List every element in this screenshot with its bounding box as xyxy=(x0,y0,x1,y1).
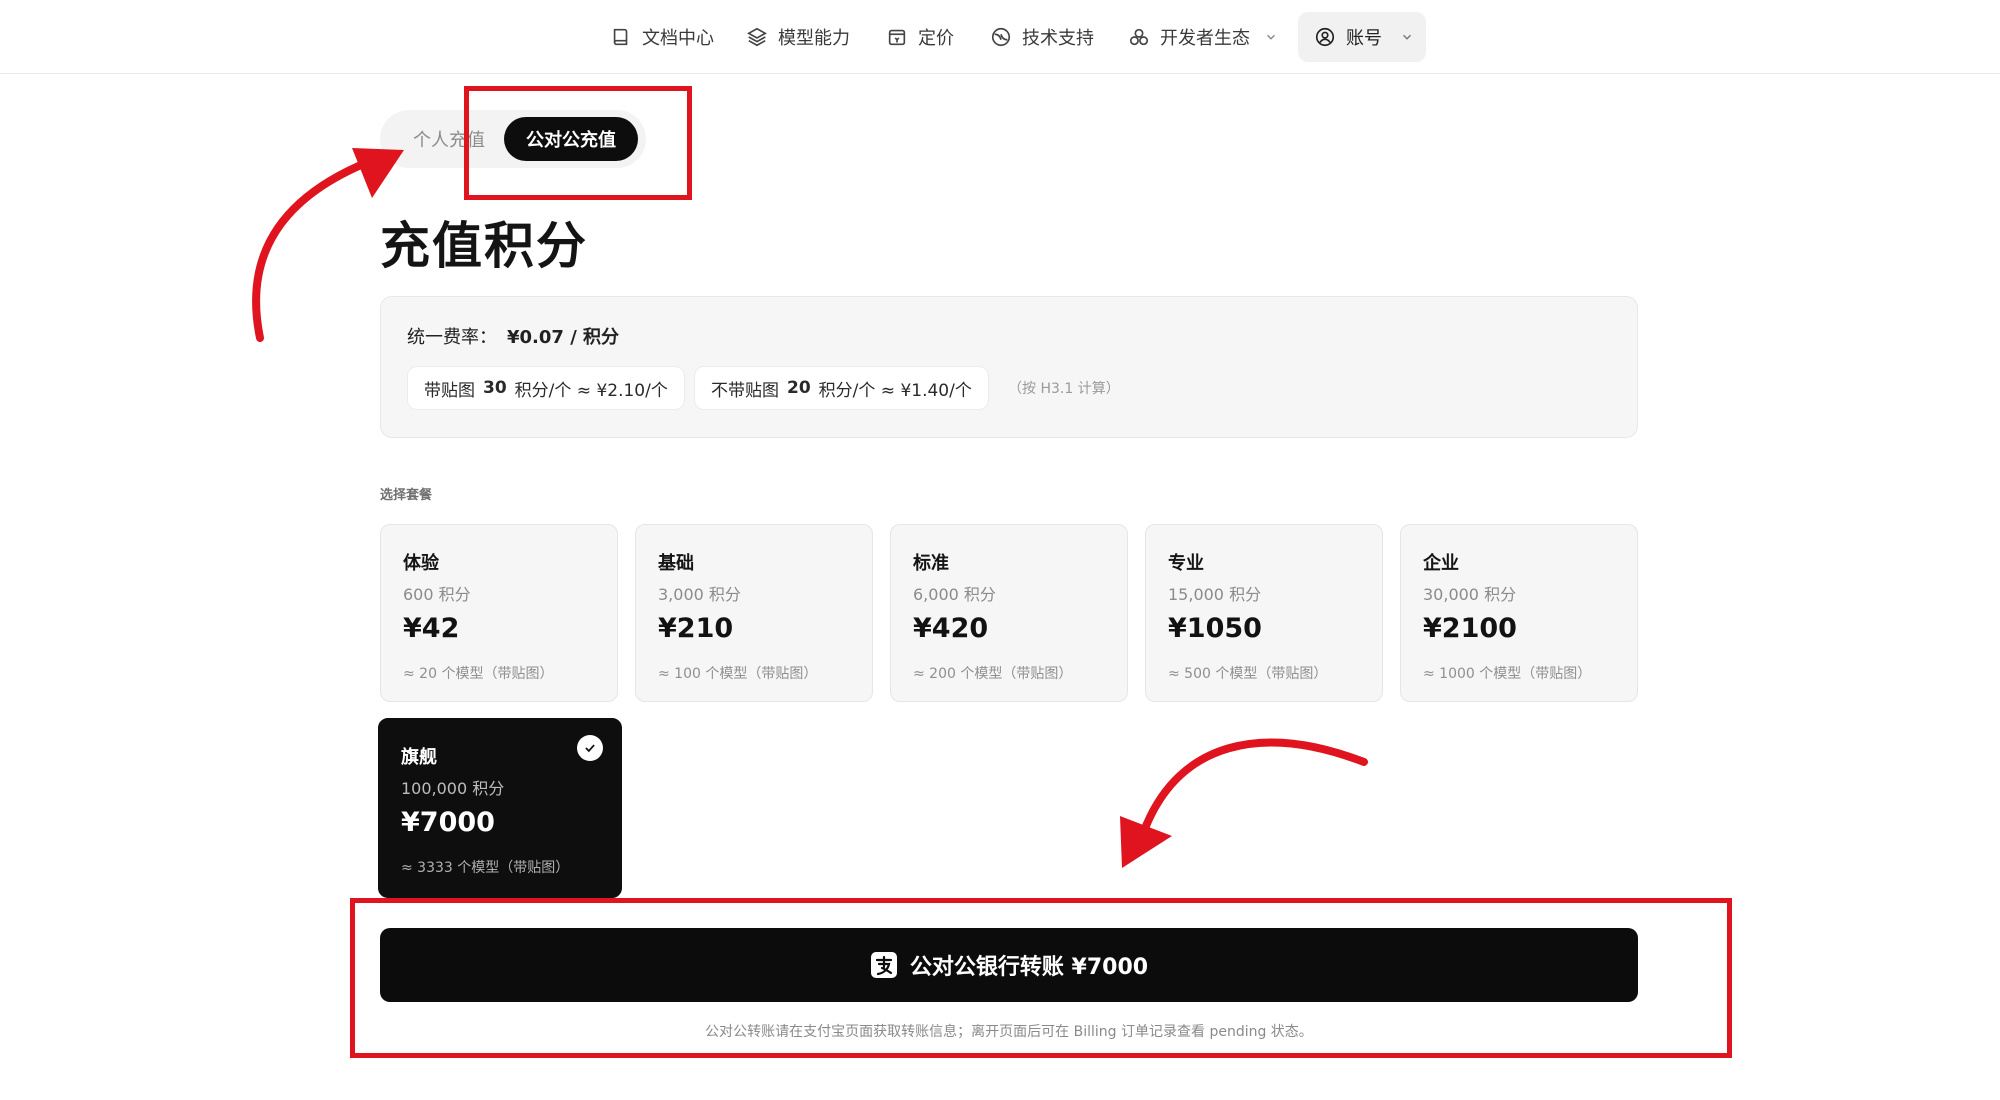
nav-models[interactable]: 模型能力 xyxy=(746,22,850,52)
rate-with-sticker-points: 30 xyxy=(483,378,507,398)
account-menu[interactable]: 账号 xyxy=(1298,12,1426,62)
nav-ecosystem[interactable]: 开发者生态 xyxy=(1128,22,1278,52)
nav-ecosystem-label: 开发者生态 xyxy=(1160,28,1250,49)
tab-personal-recharge[interactable]: 个人充值 xyxy=(394,117,504,161)
plan-card-basic[interactable]: 基础 3,000 积分 ¥210 ≈ 100 个模型（带贴图） xyxy=(635,524,873,702)
plan-card-trial[interactable]: 体验 600 积分 ¥42 ≈ 20 个模型（带贴图） xyxy=(380,524,618,702)
rate-line: 统一费率： ¥0.07 / 积分 xyxy=(407,323,619,349)
plan-price: ¥210 xyxy=(658,613,734,644)
plan-models: ≈ 500 个模型（带贴图） xyxy=(1168,666,1328,682)
rate-without-sticker-prefix: 不带贴图 xyxy=(711,380,779,401)
book-icon xyxy=(613,28,628,46)
rate-card: 统一费率： ¥0.07 / 积分 带贴图 30 积分/个 ≈ ¥2.10/个 不带贴图… xyxy=(380,296,1638,438)
nav-pricing-label: 定价 xyxy=(918,28,954,49)
plan-models: ≈ 200 个模型（带贴图） xyxy=(913,666,1073,682)
nav-models-label: 模型能力 xyxy=(778,28,850,49)
pay-note: 公对公转账请在支付宝页面获取转账信息；离开页面后可在 Billing 订单记录查… xyxy=(705,1024,1313,1040)
plan-name: 体验 xyxy=(403,553,439,574)
plan-points: 100,000 积分 xyxy=(401,779,505,798)
plan-card-pro[interactable]: 专业 15,000 积分 ¥1050 ≈ 500 个模型（带贴图） xyxy=(1145,524,1383,702)
plan-name: 标准 xyxy=(913,553,949,574)
plan-card-enterprise[interactable]: 企业 30,000 积分 ¥2100 ≈ 1000 个模型（带贴图） xyxy=(1400,524,1638,702)
rate-without-sticker-points: 20 xyxy=(787,378,811,398)
plan-name: 企业 xyxy=(1423,553,1459,574)
plan-price: ¥420 xyxy=(913,613,989,644)
plan-price: ¥1050 xyxy=(1168,613,1262,644)
plan-card-standard[interactable]: 标准 6,000 积分 ¥420 ≈ 200 个模型（带贴图） xyxy=(890,524,1128,702)
page-title: 充值积分 xyxy=(380,217,588,275)
plan-points: 3,000 积分 xyxy=(658,585,741,604)
plan-points: 15,000 积分 xyxy=(1168,585,1262,604)
plan-models: ≈ 20 个模型（带贴图） xyxy=(403,666,554,682)
top-nav: 文档中心 模型能力 定价 技术支持 开发者生态 账号 xyxy=(0,0,2000,74)
plans-section-label: 选择套餐 xyxy=(380,488,433,503)
rate-with-sticker: 带贴图 30 积分/个 ≈ ¥2.10/个 xyxy=(407,366,685,410)
account-label: 账号 xyxy=(1346,28,1382,49)
support-icon xyxy=(991,27,1011,47)
plan-card-flagship[interactable]: 旗舰 100,000 积分 ¥7000 ≈ 3333 个模型（带贴图） xyxy=(378,718,622,898)
price-tag-icon xyxy=(888,29,906,46)
rate-note: （按 H3.1 计算） xyxy=(1008,381,1120,397)
nav-docs-label: 文档中心 xyxy=(642,28,714,49)
plan-price: ¥2100 xyxy=(1423,613,1517,644)
nav-pricing[interactable]: 定价 xyxy=(886,22,954,52)
chevron-down-icon xyxy=(1403,34,1411,40)
nav-support[interactable]: 技术支持 xyxy=(990,22,1094,52)
plan-points: 600 积分 xyxy=(403,585,471,604)
rate-value: ¥0.07 / 积分 xyxy=(507,327,620,348)
annotation-arrow-right xyxy=(1120,738,1368,868)
rate-without-sticker-suffix: 积分/个 ≈ ¥1.40/个 xyxy=(818,380,972,401)
rate-with-sticker-prefix: 带贴图 xyxy=(424,380,475,401)
layers-icon xyxy=(747,27,767,47)
nav-docs[interactable]: 文档中心 xyxy=(610,22,714,52)
nav-support-label: 技术支持 xyxy=(1022,28,1094,49)
plan-name: 专业 xyxy=(1168,553,1204,574)
recharge-mode-toggle: 个人充值 公对公充值 xyxy=(380,110,646,168)
rate-without-sticker: 不带贴图 20 积分/个 ≈ ¥1.40/个 xyxy=(694,366,989,410)
plan-points: 30,000 积分 xyxy=(1423,585,1517,604)
plan-models: ≈ 3333 个模型（带贴图） xyxy=(401,860,570,876)
plan-name: 基础 xyxy=(658,553,694,574)
plan-name: 旗舰 xyxy=(401,747,437,768)
tab-corporate-recharge[interactable]: 公对公充值 xyxy=(504,117,638,161)
plan-models: ≈ 1000 个模型（带贴图） xyxy=(1423,666,1592,682)
plan-price: ¥42 xyxy=(403,613,460,644)
plan-points: 6,000 积分 xyxy=(913,585,996,604)
rate-label: 统一费率： xyxy=(407,327,497,348)
plan-models: ≈ 100 个模型（带贴图） xyxy=(658,666,818,682)
plan-price: ¥7000 xyxy=(401,807,495,838)
ecosystem-icon xyxy=(1129,28,1149,46)
chevron-down-icon xyxy=(1267,34,1275,40)
alipay-icon xyxy=(870,952,897,978)
pay-button-label: 公对公银行转账 ¥7000 xyxy=(909,955,1149,980)
bank-transfer-pay-button[interactable]: 公对公银行转账 ¥7000 xyxy=(380,928,1638,1002)
selected-check-icon xyxy=(577,735,603,761)
user-icon xyxy=(1315,27,1335,47)
rate-with-sticker-suffix: 积分/个 ≈ ¥2.10/个 xyxy=(514,380,668,401)
